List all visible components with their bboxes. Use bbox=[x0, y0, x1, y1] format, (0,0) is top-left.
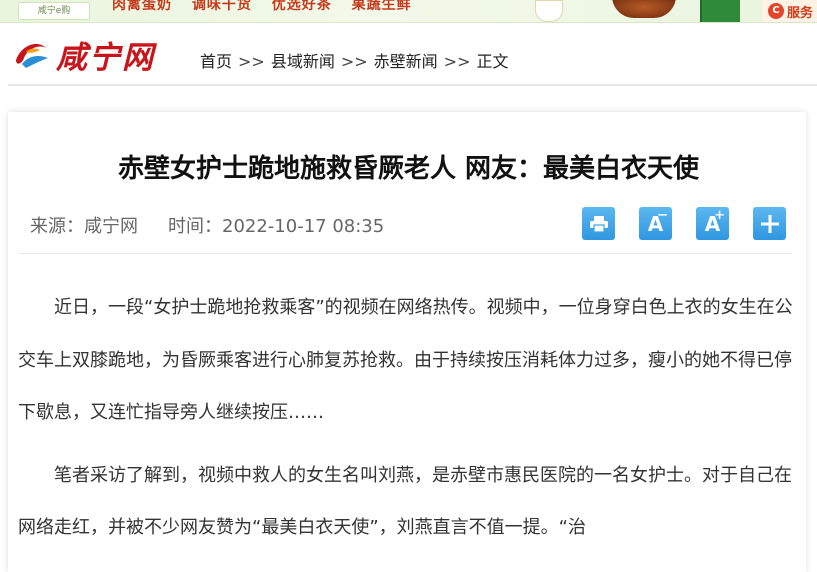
article-meta: 来源：咸宁网 时间：2022-10-17 08:35 bbox=[30, 212, 384, 238]
font-increase-button[interactable]: A + bbox=[696, 207, 729, 240]
breadcrumb: 首页 >> 县域新闻 >> 赤壁新闻 >> 正文 bbox=[200, 48, 509, 72]
banner-slogans: 肉禽蛋奶 调味干货 优选好茶 果蔬生鲜 bbox=[112, 0, 426, 14]
article-paragraph: 笔者采访了解到，视频中救人的女生名叫刘燕，是赤壁市惠民医院的一名女护士。对于自己… bbox=[18, 464, 792, 539]
banner-slogan: 优选好茶 bbox=[271, 0, 332, 13]
breadcrumb-county-news[interactable]: 县域新闻 bbox=[271, 52, 335, 71]
banner-food-image bbox=[612, 0, 676, 18]
breadcrumb-separator: >> bbox=[340, 52, 368, 71]
article-toolbar: A − A + bbox=[582, 207, 786, 241]
logo-swirl-icon bbox=[16, 44, 48, 68]
site-header: 咸宁网 首页 >> 县域新闻 >> 赤壁新闻 >> 正文 bbox=[0, 23, 817, 85]
banner-service-link[interactable]: C 服务 bbox=[761, 0, 817, 22]
banner-slogan: 肉禽蛋奶 bbox=[112, 0, 172, 13]
article-paragraph: 近日，一段“女护士跪地抢救乘客”的视频在网络热传。视频中，一位身穿白色上衣的女生… bbox=[18, 297, 793, 423]
breadcrumb-current: 正文 bbox=[476, 52, 509, 71]
share-plus-icon bbox=[760, 214, 779, 233]
article-title: 赤壁女护士跪地施救昏厥老人 网友：最美白衣天使 bbox=[117, 154, 700, 184]
meta-divider bbox=[20, 253, 792, 254]
banner-slogan: 果蔬生鲜 bbox=[351, 0, 412, 13]
breadcrumb-separator: >> bbox=[238, 52, 265, 71]
breadcrumb-separator: >> bbox=[443, 52, 471, 71]
header-divider bbox=[8, 84, 817, 86]
article-body: 近日，一段“女护士跪地抢救乘客”的视频在网络热传。视频中，一位身穿白色上衣的女生… bbox=[18, 282, 793, 565]
shop-tag[interactable]: 咸宁e购 bbox=[18, 2, 90, 20]
banner-cup-image bbox=[535, 0, 563, 22]
banner-giftbox-image bbox=[700, 0, 740, 22]
article-time: 时间：2022-10-17 08:35 bbox=[168, 216, 385, 237]
breadcrumb-chibi-news[interactable]: 赤壁新闻 bbox=[374, 52, 438, 71]
site-logo[interactable]: 咸宁网 bbox=[12, 31, 162, 77]
logo-text: 咸宁网 bbox=[56, 39, 155, 76]
print-button[interactable] bbox=[582, 207, 615, 240]
promo-banner[interactable]: 咸宁e购 肉禽蛋奶 调味干货 优选好茶 果蔬生鲜 C 服务 bbox=[0, 0, 817, 23]
font-decrease-button[interactable]: A − bbox=[639, 207, 672, 240]
print-icon bbox=[589, 215, 608, 233]
service-icon: C bbox=[767, 3, 784, 19]
article-source: 来源：咸宁网 bbox=[30, 216, 138, 237]
banner-slogan: 调味干货 bbox=[191, 0, 252, 13]
share-button[interactable] bbox=[753, 207, 786, 240]
service-label: 服务 bbox=[786, 5, 813, 21]
breadcrumb-home[interactable]: 首页 bbox=[200, 52, 232, 71]
